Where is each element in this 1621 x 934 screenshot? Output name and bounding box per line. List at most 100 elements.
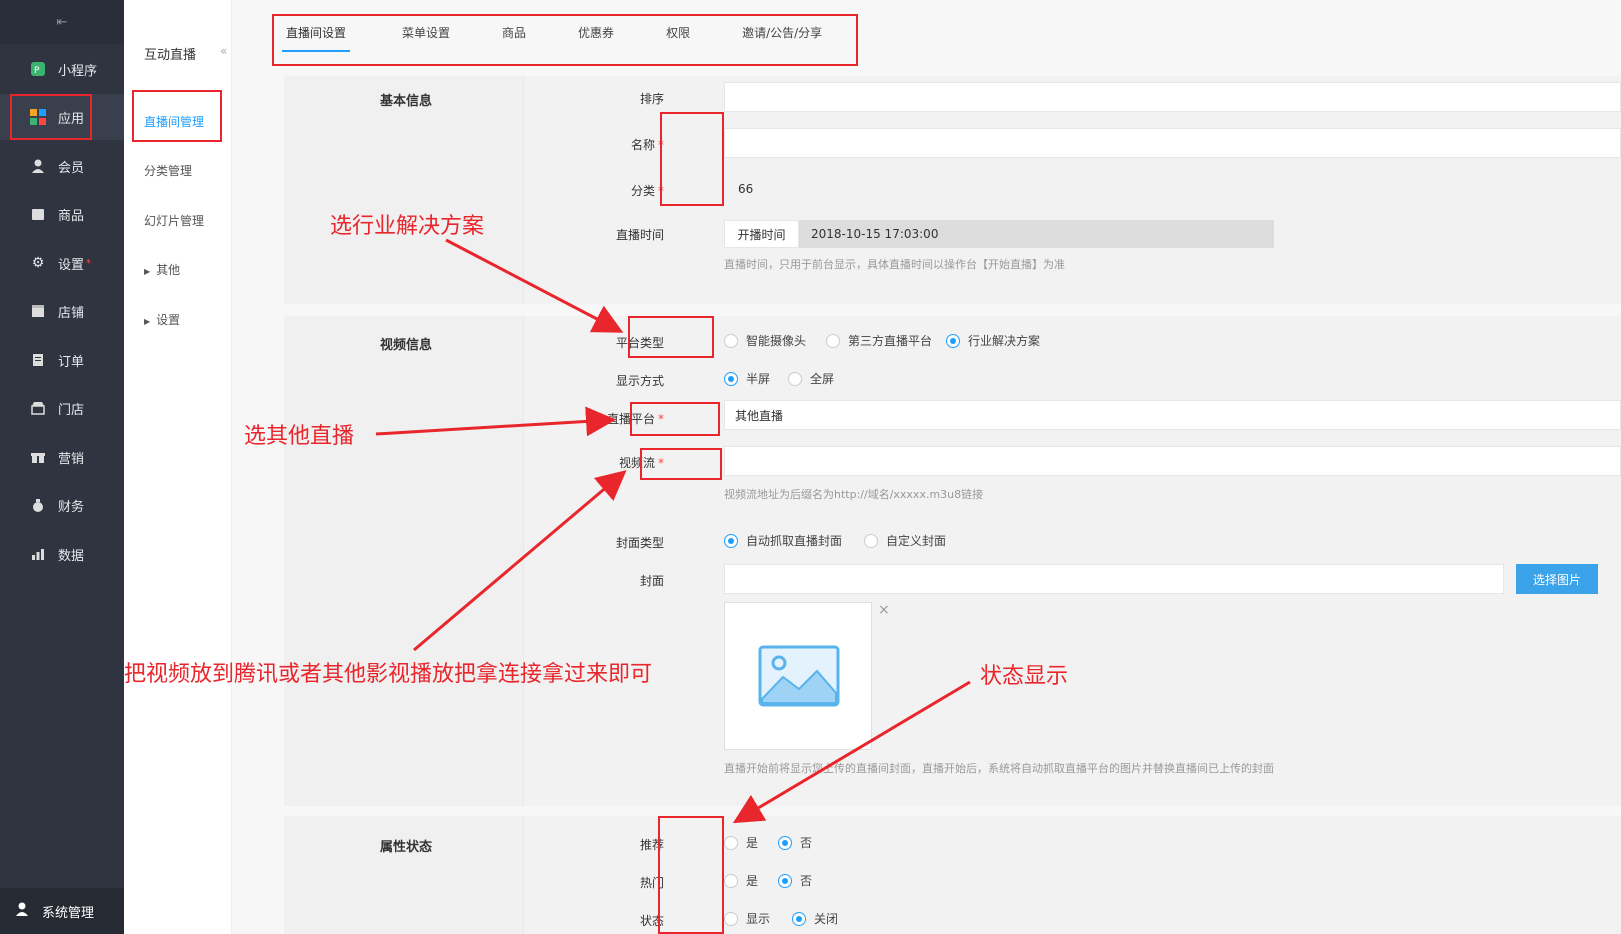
video-info-section: 视频信息 平台类型 智能摄像头 第三方直播平台 行业解决方案 显示方式 半屏 全… xyxy=(284,316,1621,806)
sidebar-item-settings[interactable]: ⚙ 设置 * xyxy=(0,240,124,286)
user-icon xyxy=(30,158,46,174)
radio-label: 是 xyxy=(746,874,759,888)
basic-info-section: 基本信息 排序 名称 * 分类 * 66 直播时间 开播时间 2018-10-15 … xyxy=(284,76,1621,304)
radio-circle xyxy=(792,911,806,926)
subnav-group-settings[interactable]: ▶ 设置 xyxy=(144,311,180,328)
radio-label: 智能摄像头 xyxy=(746,334,807,348)
video-stream-input[interactable] xyxy=(724,446,1621,476)
radio-industry-solution[interactable]: 行业解决方案 xyxy=(946,332,1040,349)
category-label: 分类 * xyxy=(630,184,664,198)
radio-circle xyxy=(778,873,792,888)
radio-label: 是 xyxy=(746,836,759,850)
live-platform-select[interactable]: 其他直播 xyxy=(724,400,1621,430)
main-content: 直播间设置 菜单设置 商品 优惠券 权限 邀请/公告/分享 基本信息 排序 名称… xyxy=(232,0,1621,934)
product-icon xyxy=(30,206,46,222)
user-gear-icon xyxy=(16,902,30,920)
chart-icon xyxy=(30,546,46,562)
radio-label: 关闭 xyxy=(814,912,839,926)
cover-label: 封面 xyxy=(639,574,664,588)
sidebar-item-orders[interactable]: 订单 xyxy=(0,337,124,383)
radio-circle xyxy=(778,835,792,850)
live-time-hint: 直播时间，只用于前台显示，具体直播时间以操作台【开始直播】为准 xyxy=(724,258,1065,271)
radio-label: 显示 xyxy=(746,912,771,926)
section-label-column xyxy=(284,816,524,934)
radio-circle xyxy=(788,371,802,386)
subnav-item-slides[interactable]: 幻灯片管理 xyxy=(144,212,204,229)
sidebar-item-members[interactable]: 会员 xyxy=(0,143,124,189)
system-management-label: 系统管理 xyxy=(42,905,95,921)
radio-auto-cover[interactable]: 自动抓取直播封面 xyxy=(724,532,842,549)
cover-preview[interactable] xyxy=(724,602,872,750)
radio-circle xyxy=(864,533,878,548)
cover-hint: 直播开始前将显示您上传的直播间封面，直播开始后，系统将自动抓取直播平台的图片并替… xyxy=(724,762,1274,775)
subnav-group-other[interactable]: ▶ 其他 xyxy=(144,261,180,278)
section-title: 属性状态 xyxy=(380,840,433,855)
system-management-button[interactable]: 系统管理 xyxy=(0,888,124,934)
category-label-text: 分类 xyxy=(630,184,655,198)
cover-url-input[interactable] xyxy=(724,564,1504,594)
radio-smart-camera[interactable]: 智能摄像头 xyxy=(724,332,806,349)
sort-input[interactable] xyxy=(724,82,1621,112)
sidebar-item-label: 店铺 xyxy=(58,305,85,321)
radio-status-close[interactable]: 关闭 xyxy=(792,910,838,927)
status-label: 状态 xyxy=(639,914,664,928)
name-input[interactable] xyxy=(724,128,1621,158)
display-mode-label: 显示方式 xyxy=(615,374,664,388)
highlight-box xyxy=(272,14,858,66)
sidebar-item-finance[interactable]: 财务 xyxy=(0,482,124,528)
name-label-text: 名称 xyxy=(630,138,655,152)
category-value[interactable]: 66 xyxy=(738,182,753,196)
caret-right-icon: ▶ xyxy=(144,317,151,326)
sidebar-item-store[interactable]: 店铺 xyxy=(0,288,124,334)
svg-text:P: P xyxy=(34,66,40,76)
recommend-label: 推荐 xyxy=(639,838,664,852)
subnav-group-label: 设置 xyxy=(156,313,181,327)
attributes-section: 属性状态 推荐 是 否 热门 是 否 状态 显示 关闭 xyxy=(284,816,1621,934)
sidebar-item-shops[interactable]: 门店 xyxy=(0,385,124,431)
radio-hot-no[interactable]: 否 xyxy=(778,872,812,889)
highlight-box xyxy=(628,316,714,358)
radio-circle xyxy=(946,333,960,348)
section-label-column xyxy=(284,76,524,304)
subnav-item-category[interactable]: 分类管理 xyxy=(144,162,192,179)
sidebar-collapse-icon[interactable]: ⇤ xyxy=(0,0,124,44)
sidebar-item-data[interactable]: 数据 xyxy=(0,531,124,577)
sidebar-item-label: 数据 xyxy=(58,548,85,564)
radio-circle xyxy=(724,911,738,926)
annotation-industry-solution: 选行业解决方案 xyxy=(330,214,485,239)
start-time-input[interactable]: 2018-10-15 17:03:00 xyxy=(799,220,1274,248)
close-icon[interactable]: × xyxy=(878,602,890,618)
miniprogram-icon: P xyxy=(30,61,46,77)
choose-image-button[interactable]: 选择图片 xyxy=(1516,564,1598,594)
sidebar-item-miniprogram[interactable]: P 小程序 xyxy=(0,46,124,92)
radio-label: 第三方直播平台 xyxy=(848,334,933,348)
highlight-box xyxy=(10,94,92,140)
highlight-box xyxy=(630,402,720,436)
highlight-box xyxy=(658,816,724,934)
radio-half-screen[interactable]: 半屏 xyxy=(724,370,770,387)
sidebar-item-label: 小程序 xyxy=(58,63,98,79)
radio-hot-yes[interactable]: 是 xyxy=(724,872,758,889)
radio-recommend-yes[interactable]: 是 xyxy=(724,834,758,851)
radio-label: 全屏 xyxy=(810,372,835,386)
shop-icon xyxy=(30,400,46,416)
live-time-label: 直播时间 xyxy=(615,228,664,242)
radio-circle xyxy=(724,533,738,548)
store-icon xyxy=(30,303,46,319)
image-placeholder-icon xyxy=(758,645,840,707)
radio-label: 否 xyxy=(800,874,813,888)
sort-label: 排序 xyxy=(639,92,664,106)
radio-status-show[interactable]: 显示 xyxy=(724,910,770,927)
radio-circle xyxy=(724,371,738,386)
subnav-collapse-icon[interactable]: « xyxy=(220,44,227,58)
sidebar-item-marketing[interactable]: 营销 xyxy=(0,434,124,480)
radio-third-party-platform[interactable]: 第三方直播平台 xyxy=(826,332,932,349)
radio-full-screen[interactable]: 全屏 xyxy=(788,370,834,387)
main-sidebar: ⇤ P 小程序 应用 会员 商品 ⚙ 设置* 店铺 订单 门店 营销 财务 数 xyxy=(0,0,124,934)
sidebar-item-label: 商品 xyxy=(58,208,85,224)
video-stream-hint: 视频流地址为后缀名为http://域名/xxxxx.m3u8链接 xyxy=(724,488,984,501)
radio-circle xyxy=(826,333,840,348)
sidebar-item-products[interactable]: 商品 xyxy=(0,191,124,237)
radio-custom-cover[interactable]: 自定义封面 xyxy=(864,532,946,549)
radio-recommend-no[interactable]: 否 xyxy=(778,834,812,851)
